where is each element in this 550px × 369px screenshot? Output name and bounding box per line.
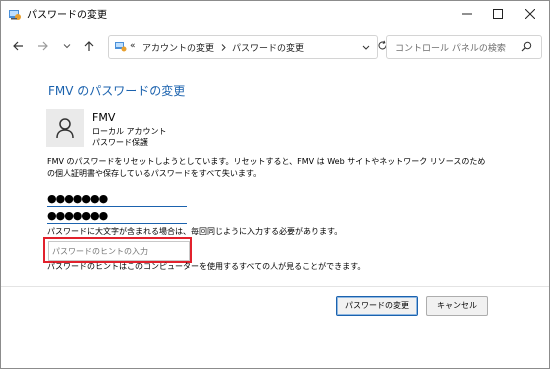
back-button[interactable] — [9, 37, 27, 55]
address-dropdown-icon[interactable] — [362, 44, 370, 51]
footer-divider — [1, 286, 549, 287]
password-change-window: パスワードの変更 « アカウントの変更 パスワードの変更 コントロール パネルの… — [0, 0, 550, 369]
title-bar: パスワードの変更 — [1, 1, 549, 27]
control-panel-icon — [9, 10, 21, 20]
recent-locations-button[interactable] — [58, 37, 76, 55]
user-icon — [56, 118, 74, 139]
search-box[interactable]: コントロール パネルの検索 — [386, 35, 542, 59]
maximize-icon — [493, 9, 503, 19]
hint-visibility-note: パスワードのヒントはこのコンピューターを使用するすべての人が見ることができます。 — [47, 262, 366, 271]
close-button[interactable] — [514, 1, 546, 27]
cancel-button[interactable]: キャンセル — [426, 296, 488, 316]
minimize-button[interactable] — [451, 1, 483, 27]
breadcrumb-account-change[interactable]: アカウントの変更 — [142, 41, 214, 54]
avatar — [46, 109, 84, 147]
forward-arrow-icon — [38, 41, 48, 51]
confirm-password-field[interactable]: ●●●●●●● — [47, 208, 187, 224]
reset-warning-text: FMV のパスワードをリセットしようとしています。リセットすると、FMV は W… — [47, 157, 486, 178]
back-arrow-icon — [13, 41, 23, 51]
address-box[interactable]: « アカウントの変更 パスワードの変更 — [108, 35, 378, 59]
control-panel-small-icon — [115, 42, 127, 52]
window-title: パスワードの変更 — [27, 10, 107, 21]
close-icon — [525, 9, 535, 19]
search-icon[interactable] — [521, 41, 532, 52]
change-password-button[interactable]: パスワードの変更 — [336, 296, 418, 316]
user-name: FMV — [92, 111, 116, 124]
new-password-field[interactable]: ●●●●●●● — [47, 191, 187, 207]
breadcrumb-overflow[interactable]: « — [130, 41, 136, 51]
case-sensitivity-note: パスワードに大文字が含まれる場合は、毎回同じように入力する必要があります。 — [47, 227, 343, 236]
up-button[interactable] — [80, 37, 98, 55]
search-input[interactable]: コントロール パネルの検索 — [395, 41, 506, 54]
hint-highlight-box — [43, 237, 192, 263]
page-title: FMV のパスワードの変更 — [48, 84, 186, 98]
chevron-down-icon — [63, 44, 71, 49]
forward-button[interactable] — [34, 37, 52, 55]
password-protected-label: パスワード保護 — [92, 138, 148, 147]
up-arrow-icon — [84, 41, 94, 51]
breadcrumb-separator-icon — [221, 44, 226, 51]
minimize-icon — [462, 13, 472, 15]
maximize-button[interactable] — [482, 1, 514, 27]
breadcrumb-password-change[interactable]: パスワードの変更 — [232, 41, 304, 54]
account-type: ローカル アカウント — [92, 127, 167, 136]
